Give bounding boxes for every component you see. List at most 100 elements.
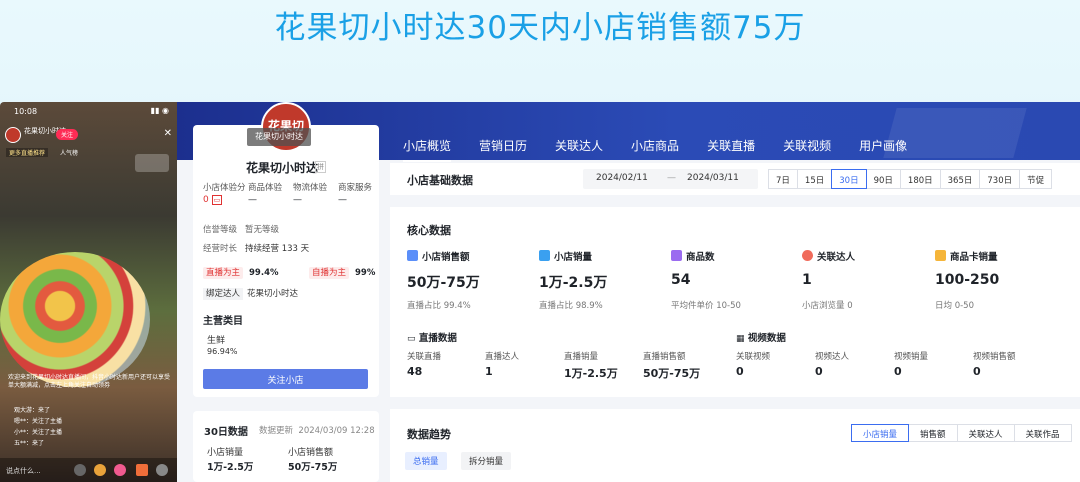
metric-value: — xyxy=(293,195,302,205)
live-icon: ▭ xyxy=(407,334,416,344)
live-value: 1 xyxy=(485,365,493,378)
fruit-bowl-image xyxy=(0,252,150,387)
kpi-value: 1 xyxy=(802,272,812,288)
card-icon xyxy=(935,250,946,261)
main-category-title: 主营类目 xyxy=(203,316,243,327)
range-15d[interactable]: 15日 xyxy=(796,169,833,189)
banner-title: 花果切小时达30天内小店销售额75万 xyxy=(274,10,806,46)
follow-shop-button[interactable]: 关注小店 xyxy=(203,369,368,389)
video-label: 视频销售额 xyxy=(973,352,1016,362)
pill-split-volume[interactable]: 拆分销量 xyxy=(461,452,512,470)
video-label: 视频销量 xyxy=(894,352,929,362)
data-update-time: 数据更新 2024/03/09 12:28 xyxy=(259,426,375,436)
kpi-value: 54 xyxy=(671,272,691,288)
share-icon[interactable] xyxy=(74,464,86,476)
welcome-comment: 欢迎来到花果切小时达直播间，抖音小时达新用户还可以享受单大额满减，点击左上角关注… xyxy=(8,374,171,389)
metric-label: 物流体验 xyxy=(293,183,328,193)
gift-icon[interactable] xyxy=(94,464,106,476)
thirty-day-title: 30日数据 xyxy=(204,427,248,438)
pill-total-volume[interactable]: 总销量 xyxy=(405,452,447,470)
kpi-label: 商品数 xyxy=(686,252,715,263)
tab-marketing-calendar[interactable]: 营销日历 xyxy=(479,137,527,162)
video-data-head: ▦ 视频数据 xyxy=(736,333,786,344)
trend-tab-influencers[interactable]: 关联达人 xyxy=(956,424,1015,442)
cart-icon[interactable] xyxy=(136,464,148,476)
operating-duration: 经营时长 持续经营 133 天 xyxy=(203,244,310,254)
date-from: 2024/02/11 xyxy=(596,173,648,183)
live-data-head: ▭ 直播数据 xyxy=(407,333,457,344)
live-label: 关联直播 xyxy=(407,352,442,362)
sales-volume-value: 1万-2.5万 xyxy=(207,462,254,473)
category-name: 生鲜 xyxy=(207,336,226,346)
trend-tab-works[interactable]: 关联作品 xyxy=(1013,424,1072,442)
kpi-label: 商品卡销量 xyxy=(950,252,998,263)
date-separator: — xyxy=(667,173,676,183)
range-365d[interactable]: 365日 xyxy=(939,169,981,189)
live-stream-preview: 10:08 ▮▮ ◉ 花果切小时达 关注 更多直播推荐 人气榜 ✕ 欢迎来到花果… xyxy=(0,102,177,482)
tab-related-videos[interactable]: 关联视频 xyxy=(783,137,831,162)
kpi-sub: 日均 0-50 xyxy=(935,301,974,311)
basic-data-title: 小店基础数据 xyxy=(407,174,473,187)
video-value: 0 xyxy=(736,365,744,378)
kpi-sub: 小店浏览量 0 xyxy=(802,301,853,311)
kpi-value: 100-250 xyxy=(935,272,1000,288)
range-30d[interactable]: 30日 xyxy=(831,169,867,189)
experience-metric-values: 0 ▭ — — — xyxy=(203,195,383,205)
phone-time: 10:08 xyxy=(14,107,38,116)
nav-tabs: 小店概览 营销日历 关联达人 小店商品 关联直播 关联视频 用户画像 xyxy=(403,137,935,162)
tab-related-influencers[interactable]: 关联达人 xyxy=(555,137,603,162)
core-data-title: 核心数据 xyxy=(407,224,451,237)
kpi-sub: 平均件单价 10-50 xyxy=(671,301,741,311)
tab-related-live[interactable]: 关联直播 xyxy=(707,137,755,162)
goods-icon xyxy=(671,250,682,261)
kpi-label: 小店销量 xyxy=(554,252,593,263)
range-90d[interactable]: 90日 xyxy=(865,169,901,189)
metric-value: — xyxy=(248,195,257,205)
experience-metric-labels: 小店体验分 商品体验 物流体验 商家服务 xyxy=(203,181,383,193)
trend-tabs: 小店销量 销售额 关联达人 关联作品 xyxy=(851,424,1072,442)
trend-card xyxy=(390,409,1080,482)
shop-name-tooltip: 花果切小时达 xyxy=(247,128,311,146)
live-value: 1万-2.5万 xyxy=(564,367,618,380)
video-icon: ▦ xyxy=(736,334,745,344)
sales-icon xyxy=(407,250,418,261)
chat-message: 嗯**：关注了主播 xyxy=(14,418,63,425)
kpi-value: 1万-2.5万 xyxy=(539,275,608,291)
video-value: 0 xyxy=(973,365,981,378)
info-icon: ▭ xyxy=(211,195,223,205)
date-range-picker[interactable]: 2024/02/11 — 2024/03/11 xyxy=(583,169,758,189)
trend-tab-sales-amount[interactable]: 销售额 xyxy=(908,424,958,442)
tab-user-profile[interactable]: 用户画像 xyxy=(859,137,907,162)
kpi-value: 50万-75万 xyxy=(407,275,480,291)
tab-shop-products[interactable]: 小店商品 xyxy=(631,137,679,162)
range-selector: 7日 15日 30日 90日 180日 365日 730日 节促 xyxy=(768,169,1053,189)
range-180d[interactable]: 180日 xyxy=(899,169,941,189)
range-730d[interactable]: 730日 xyxy=(979,169,1021,189)
comment-input[interactable]: 说点什么... xyxy=(6,466,41,476)
close-icon[interactable]: ✕ xyxy=(164,128,172,139)
video-label: 关联视频 xyxy=(736,352,771,362)
user-icon xyxy=(802,250,813,261)
trend-tab-sales-volume[interactable]: 小店销量 xyxy=(851,424,910,442)
category-percent: 96.94% xyxy=(207,347,238,356)
video-label: 视频达人 xyxy=(815,352,850,362)
more-icon[interactable] xyxy=(156,464,168,476)
popularity-label[interactable]: 人气榜 xyxy=(60,148,78,157)
shop-type-tag: 拼 xyxy=(315,161,326,173)
live-label: 直播销售额 xyxy=(643,352,686,362)
tab-overview[interactable]: 小店概览 xyxy=(403,137,452,162)
like-icon[interactable] xyxy=(114,464,126,476)
live-sub-line[interactable]: 更多直播推荐 xyxy=(6,148,49,157)
metric-value: — xyxy=(338,195,347,205)
range-7d[interactable]: 7日 xyxy=(768,169,798,189)
date-to: 2024/03/11 xyxy=(687,173,739,183)
chat-message: 观大游：来了 xyxy=(14,407,51,414)
range-promo[interactable]: 节促 xyxy=(1019,169,1053,189)
live-value: 50万-75万 xyxy=(643,367,701,380)
side-promo-badge[interactable] xyxy=(135,154,169,172)
sales-volume-label: 小店销量 xyxy=(207,448,244,458)
metric-label: 商家服务 xyxy=(338,183,373,193)
live-follow-button[interactable]: 关注 xyxy=(56,129,79,140)
kpi-sub: 直播占比 98.9% xyxy=(539,301,603,311)
live-avatar[interactable] xyxy=(5,127,21,143)
